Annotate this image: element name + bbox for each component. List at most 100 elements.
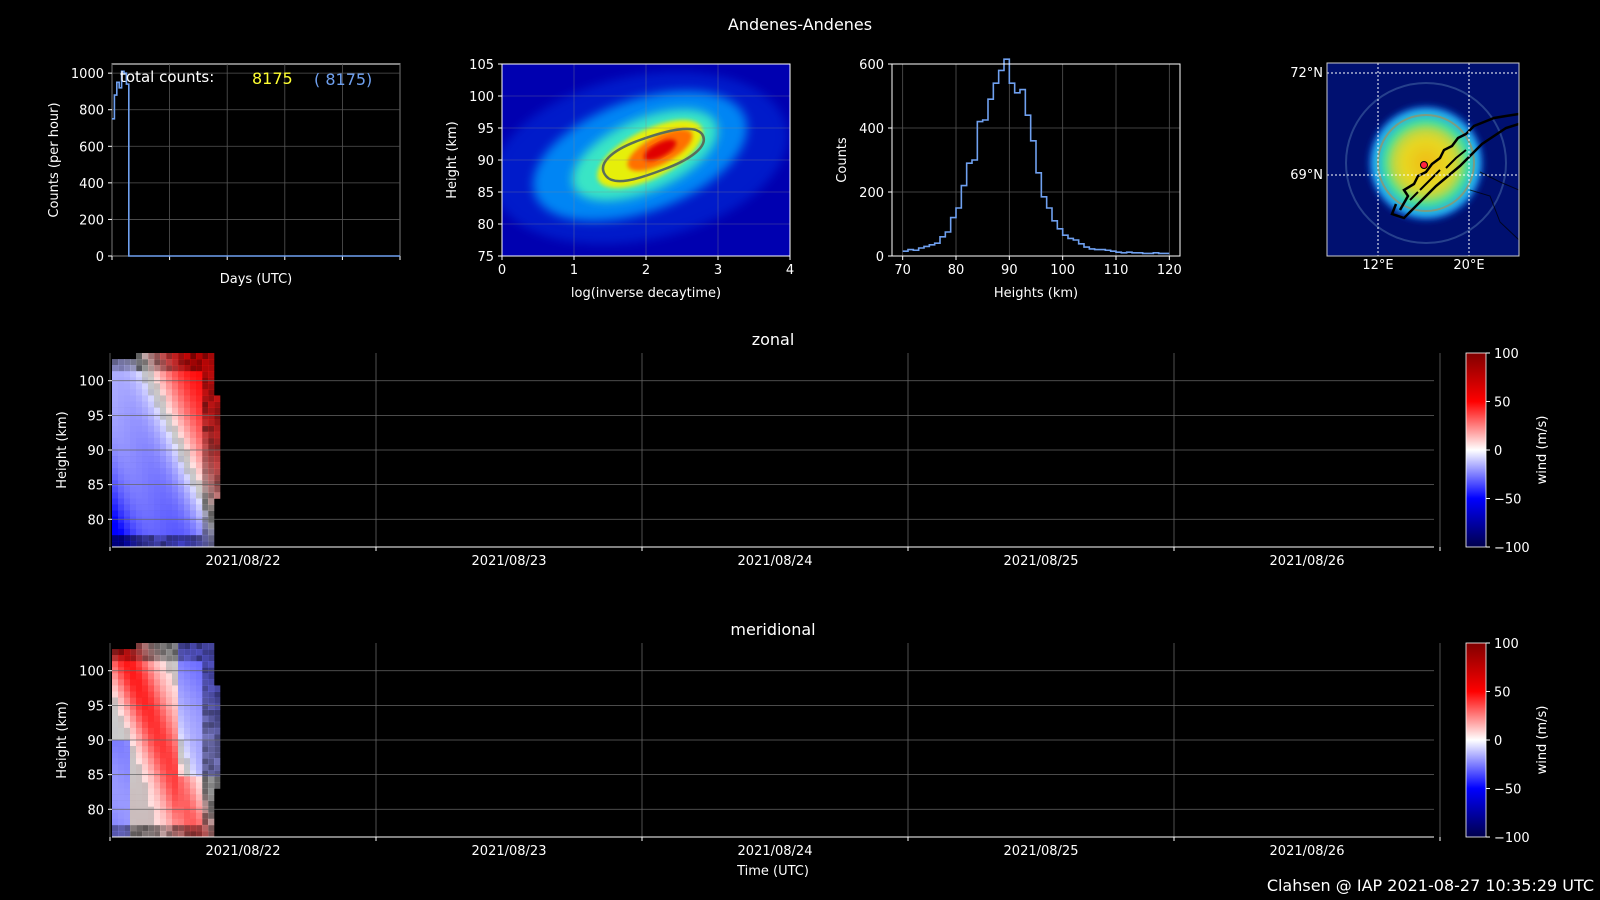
zonal-cell — [118, 365, 124, 371]
zonal-cell — [196, 511, 202, 517]
zonal-cell — [130, 474, 136, 480]
zonal-cell — [112, 414, 118, 420]
zonal-cell — [160, 371, 166, 377]
meridional-cell — [202, 789, 208, 795]
counts-ytick-label: 400 — [79, 177, 104, 192]
meridional-cell — [124, 716, 130, 722]
zonal-cell — [142, 462, 148, 468]
meridional-cell — [118, 698, 124, 704]
meridional-cell — [130, 770, 136, 776]
meridional-cell — [154, 722, 160, 728]
zonal-cell — [154, 402, 160, 408]
meridional-cell — [112, 746, 118, 752]
meridional-cell — [136, 649, 142, 655]
zonal-cell — [136, 499, 142, 505]
meridional-cell — [118, 752, 124, 758]
meridional-cell — [172, 801, 178, 807]
zonal-cell — [112, 408, 118, 414]
meridional-cell — [172, 813, 178, 819]
zonal-cell — [118, 444, 124, 450]
meridional-cell — [112, 813, 118, 819]
meridional-cell — [154, 770, 160, 776]
zonal-cell — [202, 541, 208, 547]
zonal-cell — [160, 414, 166, 420]
zonal-cell — [172, 450, 178, 456]
zonal-cell — [160, 450, 166, 456]
meridional-colorbar-tick-label: 100 — [1494, 637, 1519, 652]
zonal-cell — [142, 492, 148, 498]
meridional-cell — [166, 801, 172, 807]
meridional-cell — [208, 643, 214, 649]
zonal-cell — [124, 402, 130, 408]
zonal-cell — [184, 474, 190, 480]
zonal-cell — [136, 432, 142, 438]
zonal-cell — [124, 474, 130, 480]
zonal-colorbar — [1466, 353, 1486, 547]
zonal-cell — [148, 468, 154, 474]
meridional-cell — [166, 740, 172, 746]
footer-credit: Clahsen @ IAP 2021-08-27 10:35:29 UTC — [1267, 876, 1594, 895]
meridional-cell — [136, 831, 142, 837]
histogram-ytick-label: 400 — [859, 122, 884, 137]
meridional-ytick-label: 100 — [79, 665, 104, 680]
meridional-cell — [190, 807, 196, 813]
meridional-cell — [160, 673, 166, 679]
meridional-colorbar-label: wind (m/s) — [1535, 706, 1550, 775]
meridional-cell — [166, 764, 172, 770]
meridional-date-label: 2021/08/23 — [472, 844, 547, 859]
zonal-cell — [136, 468, 142, 474]
zonal-date-label: 2021/08/24 — [738, 554, 813, 569]
meridional-cell — [190, 734, 196, 740]
density-xtick-label: 1 — [570, 263, 578, 278]
zonal-cell — [196, 359, 202, 365]
map-lon-label-20: 20°E — [1453, 258, 1484, 273]
zonal-cell — [142, 517, 148, 523]
meridional-cell — [178, 679, 184, 685]
meridional-cell — [184, 722, 190, 728]
meridional-cell — [184, 698, 190, 704]
zonal-cell — [160, 541, 166, 547]
zonal-cell — [160, 383, 166, 389]
meridional-cell — [112, 661, 118, 667]
map-lon-label-12: 12°E — [1362, 258, 1393, 273]
meridional-cell — [190, 722, 196, 728]
zonal-cell — [112, 426, 118, 432]
meridional-cell — [202, 740, 208, 746]
zonal-cell — [124, 371, 130, 377]
zonal-cell — [208, 408, 214, 414]
meridional-cell — [154, 728, 160, 734]
meridional-cell — [142, 728, 148, 734]
zonal-cell — [208, 535, 214, 541]
zonal-cell — [112, 486, 118, 492]
zonal-cell — [208, 541, 214, 547]
meridional-cell — [184, 831, 190, 837]
zonal-cell — [184, 408, 190, 414]
zonal-cell — [178, 371, 184, 377]
meridional-cell — [124, 698, 130, 704]
meridional-cell — [202, 807, 208, 813]
zonal-cell — [148, 402, 154, 408]
meridional-cell — [154, 746, 160, 752]
meridional-cell — [178, 722, 184, 728]
zonal-cell — [112, 383, 118, 389]
meridional-cell — [190, 704, 196, 710]
zonal-cell — [166, 359, 172, 365]
histogram-xtick-label: 110 — [1104, 263, 1129, 278]
zonal-cell — [142, 426, 148, 432]
zonal-cell — [136, 359, 142, 365]
zonal-cell — [166, 371, 172, 377]
zonal-cell — [172, 420, 178, 426]
zonal-cell — [190, 511, 196, 517]
meridional-cell — [178, 649, 184, 655]
meridional-cell — [118, 728, 124, 734]
meridional-cell — [166, 746, 172, 752]
meridional-cell — [142, 698, 148, 704]
zonal-cell — [202, 480, 208, 486]
meridional-cell — [124, 685, 130, 691]
total-counts-label: total counts: — [120, 68, 214, 86]
meridional-cell — [124, 710, 130, 716]
meridional-cell — [202, 661, 208, 667]
meridional-cell — [190, 698, 196, 704]
meridional-cell — [184, 807, 190, 813]
meridional-cell — [136, 758, 142, 764]
